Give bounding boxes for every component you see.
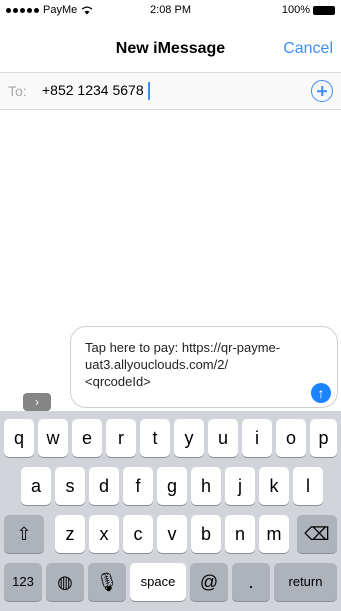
key-q[interactable]: q bbox=[4, 419, 34, 457]
key-i[interactable]: i bbox=[242, 419, 272, 457]
send-arrow-icon[interactable]: ↑ bbox=[311, 383, 331, 403]
recipient-input[interactable]: +852 1234 5678 bbox=[42, 82, 150, 101]
key-v[interactable]: v bbox=[157, 515, 187, 553]
key-y[interactable]: y bbox=[174, 419, 204, 457]
at-key[interactable]: @ bbox=[190, 563, 228, 601]
message-text: Tap here to pay: https://qr-payme- uat3.… bbox=[85, 340, 281, 389]
app-drawer-icon[interactable]: › bbox=[23, 393, 51, 411]
period-key[interactable]: . bbox=[232, 563, 270, 601]
battery-icon bbox=[313, 5, 335, 15]
key-c[interactable]: c bbox=[123, 515, 153, 553]
key-f[interactable]: f bbox=[123, 467, 153, 505]
key-h[interactable]: h bbox=[191, 467, 221, 505]
key-d[interactable]: d bbox=[89, 467, 119, 505]
key-s[interactable]: s bbox=[55, 467, 85, 505]
add-contact-icon[interactable] bbox=[311, 80, 333, 102]
key-p[interactable]: p bbox=[310, 419, 337, 457]
cancel-button[interactable]: Cancel bbox=[283, 40, 333, 58]
key-k[interactable]: k bbox=[259, 467, 289, 505]
recipient-label: To: bbox=[8, 83, 27, 99]
key-x[interactable]: x bbox=[89, 515, 119, 553]
delete-icon[interactable]: ⌫ bbox=[297, 515, 337, 553]
key-n[interactable]: n bbox=[225, 515, 255, 553]
key-m[interactable]: m bbox=[259, 515, 289, 553]
recipient-number: +852 1234 5678 bbox=[42, 82, 144, 98]
globe-icon[interactable]: ◍ bbox=[46, 563, 84, 601]
status-bar: PayMe 2:08 PM 100% bbox=[0, 0, 341, 20]
space-key[interactable]: space bbox=[130, 563, 186, 601]
text-caret bbox=[147, 82, 150, 101]
key-l[interactable]: l bbox=[293, 467, 323, 505]
key-r[interactable]: r bbox=[106, 419, 136, 457]
battery-percent: 100% bbox=[281, 4, 310, 16]
numbers-key[interactable]: 123 bbox=[4, 563, 42, 601]
message-input[interactable]: Tap here to pay: https://qr-payme- uat3.… bbox=[70, 326, 338, 408]
nav-bar: New iMessage Cancel bbox=[0, 20, 341, 64]
keyboard: q w e r t y u i o p a s d f g h j k l ⇧ … bbox=[0, 411, 341, 611]
key-g[interactable]: g bbox=[157, 467, 187, 505]
key-e[interactable]: e bbox=[72, 419, 102, 457]
key-j[interactable]: j bbox=[225, 467, 255, 505]
compose-area: › Tap here to pay: https://qr-payme- uat… bbox=[0, 320, 341, 411]
key-u[interactable]: u bbox=[208, 419, 238, 457]
status-right: 100% bbox=[282, 4, 335, 16]
return-key[interactable]: return bbox=[274, 563, 337, 601]
microphone-icon[interactable]: 🎙 bbox=[88, 563, 126, 601]
key-z[interactable]: z bbox=[55, 515, 85, 553]
recipient-row[interactable]: To: +852 1234 5678 bbox=[0, 72, 341, 110]
key-a[interactable]: a bbox=[21, 467, 51, 505]
key-w[interactable]: w bbox=[38, 419, 68, 457]
key-o[interactable]: o bbox=[276, 419, 306, 457]
key-t[interactable]: t bbox=[140, 419, 170, 457]
key-b[interactable]: b bbox=[191, 515, 221, 553]
shift-icon[interactable]: ⇧ bbox=[4, 515, 44, 553]
